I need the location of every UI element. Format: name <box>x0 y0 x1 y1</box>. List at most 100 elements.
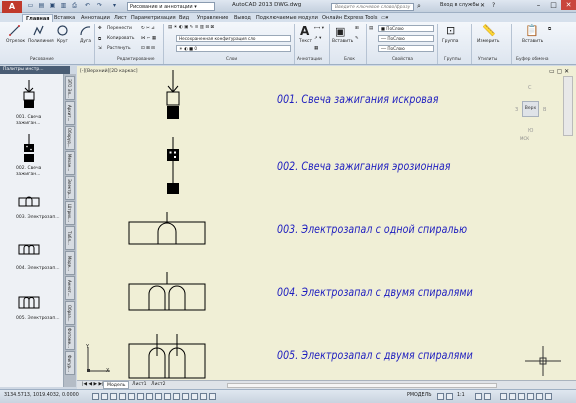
move-button[interactable]: Перенести <box>107 26 132 31</box>
palette-title[interactable]: Палитры инстр... <box>0 66 70 74</box>
horizontal-scrollbar[interactable] <box>227 383 497 388</box>
double-spiral-igniter-icon[interactable] <box>18 242 40 256</box>
annotation-visibility-icon[interactable] <box>475 393 482 400</box>
palette-tab[interactable]: Механ... <box>65 151 75 175</box>
leader-icon[interactable]: ↗ ▾ <box>314 36 321 41</box>
text-icon[interactable]: A <box>300 24 309 38</box>
search-icon[interactable]: ⌕ <box>417 2 421 11</box>
layer-properties-icon[interactable]: ▤ ☀ ◐ ▣ ✎ ≡ ▥ ⊟ ⊠ <box>168 25 214 30</box>
tab-output[interactable]: Вывод <box>231 14 254 22</box>
palette-tab[interactable]: Фотоме... <box>65 326 75 350</box>
drawing-text-004[interactable]: 004. Электрозапал с двумя спиралями <box>277 285 473 299</box>
model-space-toggle[interactable]: РМОДЕЛЬ <box>407 393 431 398</box>
layer-dropdown[interactable]: ☀ ◐ ■ 0 <box>176 45 291 52</box>
drawing-text-001[interactable]: 001. Свеча зажигания искровая <box>277 92 439 106</box>
palette-tab[interactable]: Фигур... <box>65 351 75 375</box>
viewcube-south[interactable]: Ю <box>528 128 533 134</box>
transparency-icon[interactable] <box>182 393 189 400</box>
viewcube[interactable]: С З В Верх Ю МСК <box>515 83 547 143</box>
palette-tab[interactable]: Электр... <box>65 176 75 200</box>
stretch-button[interactable]: Растянуть <box>107 46 131 51</box>
help-icon[interactable]: ? <box>492 2 495 9</box>
polyline-icon[interactable] <box>33 25 44 36</box>
lineweight-icon[interactable] <box>173 393 180 400</box>
linetype-dropdown[interactable]: ── ПоСлою <box>378 45 434 52</box>
quick-properties-icon[interactable] <box>191 393 198 400</box>
snap-mode-icon[interactable] <box>92 393 99 400</box>
tab-insert[interactable]: Вставка <box>51 14 78 22</box>
otrack-icon[interactable] <box>146 393 153 400</box>
utilities-panel-label[interactable]: Утилиты <box>478 57 497 62</box>
arc-label[interactable]: Дуга <box>80 39 91 44</box>
dim-icon[interactable]: ⟷ ▾ <box>314 26 324 31</box>
annotation-monitor-icon[interactable] <box>209 393 216 400</box>
object-snap-icon[interactable] <box>128 393 135 400</box>
table-icon[interactable]: ▦ <box>314 46 318 51</box>
minimize-button[interactable]: – <box>531 0 546 10</box>
navigation-bar[interactable] <box>563 76 573 136</box>
line-label[interactable]: Отрезок <box>6 39 25 44</box>
tab-model[interactable]: Модель <box>103 381 130 389</box>
palette-tab[interactable]: ЭТО Эл... <box>65 76 75 100</box>
tab-view[interactable]: Вид <box>176 14 192 22</box>
close-button[interactable]: ✕ <box>561 0 576 10</box>
viewcube-west[interactable]: З <box>515 107 518 113</box>
block-panel-label[interactable]: Блок <box>344 57 355 62</box>
palette-tab[interactable]: Моде... <box>65 251 75 275</box>
mirror-icon[interactable]: ⋈ ⌐ ▦ <box>141 36 156 41</box>
stretch-icon[interactable]: ⇲ <box>98 46 102 51</box>
annotation-scale[interactable]: 1:1 <box>457 393 465 398</box>
palette-tab[interactable]: Аннот... <box>65 276 75 300</box>
lineweight-dropdown[interactable]: ── ПоСлою <box>378 35 434 42</box>
arc-icon[interactable] <box>80 25 91 36</box>
modify-panel-label[interactable]: Редактирование <box>117 57 155 62</box>
single-spiral-igniter-icon[interactable] <box>18 196 40 208</box>
save-as-icon[interactable]: ▥ <box>59 2 68 10</box>
3d-osnap-icon[interactable] <box>137 393 144 400</box>
tab-plugins[interactable]: Подключаемые модули <box>253 14 321 22</box>
copy-icon[interactable]: ⧉ <box>98 36 101 42</box>
save-icon[interactable]: ▣ <box>48 2 57 10</box>
clipboard-panel-label[interactable]: Буфер обмена <box>516 57 549 62</box>
drawing-text-003[interactable]: 003. Электрозапал с одной спиралью <box>277 222 467 236</box>
copy-clip-icon[interactable]: ⧉ <box>548 26 551 32</box>
rotate-icon[interactable]: ↻ ✂ ⊿ <box>141 26 155 31</box>
palette-tab[interactable]: Образ... <box>65 301 75 325</box>
insert-block-icon[interactable]: ▣ <box>335 25 345 38</box>
new-icon[interactable]: ▭ <box>26 2 35 10</box>
quick-view-drawings-icon[interactable] <box>446 393 453 400</box>
circle-label[interactable]: Круг <box>57 39 68 44</box>
signin-button[interactable]: Вход в службы <box>440 2 479 8</box>
status-menu-icon[interactable] <box>536 393 543 400</box>
tab-home[interactable]: Главная <box>22 14 54 22</box>
layer-state-dropdown[interactable]: Несохраненная конфигурация сло <box>176 35 291 42</box>
workspace-dropdown[interactable]: Рисование и аннотации ▾ <box>127 2 215 11</box>
coordinates-readout[interactable]: 3134.5713, 1019.4032, 0.0000 <box>4 393 79 398</box>
plot-icon[interactable]: ⎙ <box>70 2 79 10</box>
palette-tab[interactable]: Табл... <box>65 226 75 250</box>
move-icon[interactable]: ✥ <box>98 26 102 31</box>
measure-icon[interactable]: 📏 <box>482 24 496 37</box>
paste-button[interactable]: Вставить <box>522 39 543 44</box>
layers-panel-label[interactable]: Слои <box>226 57 237 62</box>
redo-icon[interactable]: ↷ <box>95 2 104 10</box>
annotation-panel-label[interactable]: Аннотации <box>297 57 322 62</box>
properties-panel-label[interactable]: Свойства <box>392 57 413 62</box>
insert-block-button[interactable]: Вставить <box>332 39 353 44</box>
app-menu-button[interactable]: A <box>2 1 22 13</box>
color-dropdown[interactable]: ■ ПоСлою <box>378 25 434 32</box>
copy-button[interactable]: Копировать <box>107 36 134 41</box>
undo-icon[interactable]: ↶ <box>83 2 92 10</box>
qat-dropdown-icon[interactable]: ▾ <box>110 2 119 10</box>
tab-express-tools[interactable]: Express Tools <box>341 14 380 22</box>
viewport-window-controls[interactable]: ▭ ▢ ✕ <box>549 68 569 75</box>
palette-item-label[interactable]: 005. Электрозап... <box>16 316 60 322</box>
wcs-menu[interactable]: МСК <box>520 136 529 141</box>
exchange-icon[interactable]: ✕ <box>480 2 485 9</box>
palette-tab[interactable]: Оборуд... <box>65 126 75 150</box>
tab-parametric[interactable]: Параметризация <box>128 14 179 22</box>
viewcube-top-face[interactable]: Верх <box>522 101 539 117</box>
line-icon[interactable] <box>9 25 20 36</box>
tab-manage[interactable]: Управление <box>194 14 231 22</box>
search-input[interactable]: Введите ключевое слово/фразу <box>331 3 414 11</box>
